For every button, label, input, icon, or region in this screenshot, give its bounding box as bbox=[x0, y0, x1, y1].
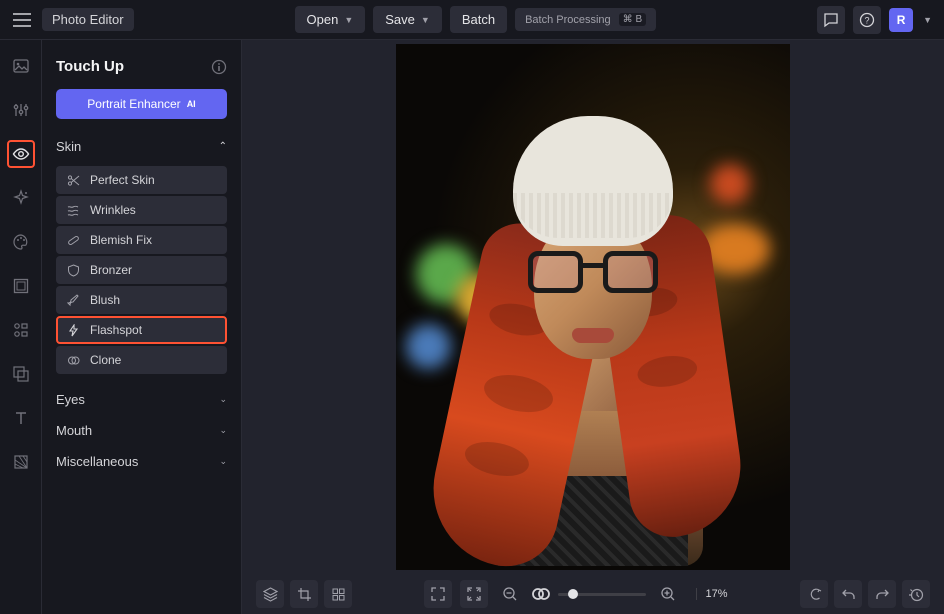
redo-icon[interactable] bbox=[868, 580, 896, 608]
zoom-in-icon[interactable] bbox=[654, 580, 682, 608]
tool-perfect-skin[interactable]: Perfect Skin bbox=[56, 166, 227, 194]
effects-palette-icon[interactable] bbox=[7, 228, 35, 256]
section-miscellaneous[interactable]: Miscellaneous⌄ bbox=[56, 446, 227, 477]
tool-blemish-fix[interactable]: Blemish Fix bbox=[56, 226, 227, 254]
clone-circles-icon bbox=[66, 353, 80, 367]
section-skin[interactable]: Skin ⌃ bbox=[56, 133, 227, 160]
shield-icon bbox=[66, 263, 80, 277]
undo-icon[interactable] bbox=[834, 580, 862, 608]
batch-button[interactable]: Batch bbox=[450, 6, 507, 33]
canvas-image[interactable] bbox=[396, 44, 790, 570]
chevron-down-icon: ⌄ bbox=[219, 394, 227, 405]
scissors-icon bbox=[66, 173, 80, 187]
text-tool-icon[interactable] bbox=[7, 404, 35, 432]
app-title: Photo Editor bbox=[42, 8, 134, 31]
tool-clone[interactable]: Clone bbox=[56, 346, 227, 374]
zoom-out-icon[interactable] bbox=[496, 580, 524, 608]
svg-text:?: ? bbox=[865, 15, 870, 25]
save-button[interactable]: Save▼ bbox=[373, 6, 442, 33]
zoom-reset-icon[interactable] bbox=[532, 586, 550, 602]
tool-wrinkles[interactable]: Wrinkles bbox=[56, 196, 227, 224]
overlay-icon[interactable] bbox=[7, 360, 35, 388]
chevron-down-icon: ⌄ bbox=[219, 425, 227, 436]
ai-badge: AI bbox=[187, 99, 196, 109]
frame-icon[interactable] bbox=[7, 272, 35, 300]
section-mouth[interactable]: Mouth⌄ bbox=[56, 415, 227, 446]
touchup-eye-icon[interactable] bbox=[7, 140, 35, 168]
tool-blush[interactable]: Blush bbox=[56, 286, 227, 314]
waves-icon bbox=[66, 203, 80, 217]
layers-icon[interactable] bbox=[256, 580, 284, 608]
section-eyes[interactable]: Eyes⌄ bbox=[56, 384, 227, 415]
elements-shapes-icon[interactable] bbox=[7, 316, 35, 344]
portrait-enhancer-button[interactable]: Portrait EnhancerAI bbox=[56, 89, 227, 119]
hamburger-menu[interactable] bbox=[10, 8, 34, 32]
avatar[interactable]: R bbox=[889, 8, 913, 32]
user-menu-chevron-icon[interactable]: ▼ bbox=[921, 15, 934, 25]
batch-tip: Batch Processing⌘ B bbox=[515, 8, 656, 31]
info-icon[interactable] bbox=[211, 59, 227, 75]
grid-icon[interactable] bbox=[324, 580, 352, 608]
bandaid-icon bbox=[66, 233, 80, 247]
crop-icon[interactable] bbox=[290, 580, 318, 608]
chevron-down-icon: ▼ bbox=[344, 15, 353, 25]
fullscreen-icon[interactable] bbox=[424, 580, 452, 608]
chevron-up-icon: ⌃ bbox=[219, 141, 227, 152]
fit-screen-icon[interactable] bbox=[460, 580, 488, 608]
panel-title: Touch Up bbox=[56, 58, 124, 75]
help-icon[interactable]: ? bbox=[853, 6, 881, 34]
brush-icon bbox=[66, 293, 80, 307]
chevron-down-icon: ⌄ bbox=[219, 456, 227, 467]
history-icon[interactable] bbox=[902, 580, 930, 608]
chevron-down-icon: ▼ bbox=[421, 15, 430, 25]
tool-bronzer[interactable]: Bronzer bbox=[56, 256, 227, 284]
texture-icon[interactable] bbox=[7, 448, 35, 476]
comments-icon[interactable] bbox=[817, 6, 845, 34]
zoom-slider[interactable] bbox=[558, 593, 646, 596]
zoom-value: 17% bbox=[696, 588, 727, 600]
lightning-icon bbox=[66, 323, 80, 337]
compare-icon[interactable] bbox=[800, 580, 828, 608]
adjust-sliders-icon[interactable] bbox=[7, 96, 35, 124]
tool-flashspot[interactable]: Flashspot bbox=[56, 316, 227, 344]
ai-sparkle-icon[interactable] bbox=[7, 184, 35, 212]
image-tool-icon[interactable] bbox=[7, 52, 35, 80]
open-button[interactable]: Open▼ bbox=[295, 6, 366, 33]
